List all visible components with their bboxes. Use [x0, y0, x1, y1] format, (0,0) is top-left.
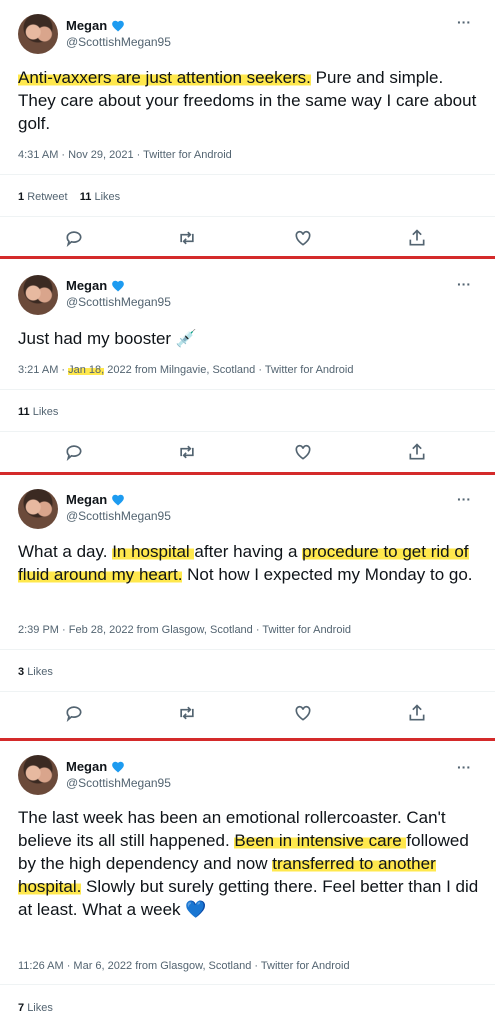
highlighted-date: Jan 18,	[68, 364, 105, 376]
display-name-text: Megan	[66, 18, 108, 33]
like-icon[interactable]	[293, 228, 313, 248]
highlighted-text: In hospital	[112, 542, 195, 561]
tweet-text-part: after having a	[194, 542, 303, 561]
tweet-text: The last week has been an emotional roll…	[18, 806, 480, 921]
divider	[0, 431, 495, 432]
share-icon[interactable]	[407, 442, 427, 462]
verified-badge-icon	[112, 494, 125, 505]
display-name-text: Megan	[66, 278, 108, 293]
tweet-meta: 11:26 AM · Mar 6, 2022 from Glasgow, Sco…	[18, 960, 350, 972]
divider	[0, 649, 495, 650]
divider	[0, 389, 495, 390]
share-icon[interactable]	[407, 228, 427, 248]
meta-part: 2022 from Milngavie, Scotland · Twitter …	[104, 364, 354, 376]
tweet-meta: 2:39 PM · Feb 28, 2022 from Glasgow, Sco…	[18, 624, 352, 636]
like-icon[interactable]	[293, 442, 313, 462]
retweets-label[interactable]: Retweet	[27, 191, 67, 203]
tweet-4: Megan @ScottishMegan95 ··· The last week…	[0, 741, 495, 1024]
divider	[0, 216, 495, 217]
reply-icon[interactable]	[64, 228, 84, 248]
tweet-text: Anti-vaxxers are just attention seekers.…	[18, 66, 480, 135]
handle[interactable]: @ScottishMegan95	[66, 35, 171, 49]
retweet-icon[interactable]	[177, 703, 197, 723]
likes-count[interactable]: 11	[18, 406, 30, 418]
more-icon[interactable]: ···	[457, 14, 471, 30]
tweet-stats: 11 Likes	[18, 406, 58, 418]
avatar[interactable]	[18, 755, 58, 795]
tweet-meta: 3:21 AM · Jan 18, 2022 from Milngavie, S…	[18, 364, 354, 376]
retweets-count[interactable]: 1	[18, 191, 24, 203]
tweet-text: What a day. In hospital after having a p…	[18, 540, 480, 586]
retweet-icon[interactable]	[177, 442, 197, 462]
handle[interactable]: @ScottishMegan95	[66, 295, 171, 309]
handle[interactable]: @ScottishMegan95	[66, 776, 171, 790]
tweet-stats: 1 Retweet 11 Likes	[18, 191, 120, 203]
likes-label[interactable]: Likes	[94, 191, 120, 203]
likes-count[interactable]: 7	[18, 1002, 24, 1014]
avatar[interactable]	[18, 489, 58, 529]
tweet-1: Megan @ScottishMegan95 ··· Anti-vaxxers …	[0, 0, 495, 255]
display-name[interactable]: Megan	[66, 492, 125, 507]
divider	[0, 984, 495, 985]
tweet-2: Megan @ScottishMegan95 ··· Just had my b…	[0, 259, 495, 469]
tweet-meta: 4:31 AM · Nov 29, 2021 · Twitter for And…	[18, 149, 232, 161]
reply-icon[interactable]	[64, 703, 84, 723]
display-name-text: Megan	[66, 759, 108, 774]
verified-badge-icon	[112, 761, 125, 772]
tweet-text-part: Not how I expected my Monday to go.	[182, 565, 473, 584]
reply-icon[interactable]	[64, 442, 84, 462]
action-bar	[0, 228, 495, 252]
tweet-text-part: Slowly but surely getting there. Feel be…	[18, 877, 479, 919]
likes-label[interactable]: Likes	[33, 406, 59, 418]
tweet-stats: 3 Likes	[18, 666, 53, 678]
display-name[interactable]: Megan	[66, 759, 125, 774]
likes-count[interactable]: 3	[18, 666, 24, 678]
more-icon[interactable]: ···	[457, 759, 471, 775]
divider	[0, 174, 495, 175]
display-name-text: Megan	[66, 492, 108, 507]
more-icon[interactable]: ···	[457, 491, 471, 507]
tweet-text-part: What a day.	[18, 542, 113, 561]
display-name[interactable]: Megan	[66, 278, 125, 293]
action-bar	[0, 703, 495, 727]
tweet-text-part: Just had my booster 💉	[18, 329, 197, 348]
share-icon[interactable]	[407, 703, 427, 723]
likes-count[interactable]: 11	[80, 191, 92, 203]
meta-part: 3:21 AM ·	[18, 364, 69, 376]
verified-badge-icon	[112, 280, 125, 291]
highlighted-text: Been in intensive care	[234, 831, 407, 850]
more-icon[interactable]: ···	[457, 276, 471, 292]
divider	[0, 691, 495, 692]
tweet-text: Just had my booster 💉	[18, 327, 480, 350]
tweet-3: Megan @ScottishMegan95 ··· What a day. I…	[0, 475, 495, 737]
action-bar	[0, 442, 495, 466]
verified-badge-icon	[112, 20, 125, 31]
avatar[interactable]	[18, 275, 58, 315]
retweet-icon[interactable]	[177, 228, 197, 248]
handle[interactable]: @ScottishMegan95	[66, 509, 171, 523]
highlighted-text: Anti-vaxxers are just attention seekers.	[18, 68, 311, 87]
likes-label[interactable]: Likes	[27, 1002, 53, 1014]
avatar[interactable]	[18, 14, 58, 54]
tweet-stats: 7 Likes	[18, 1002, 53, 1014]
display-name[interactable]: Megan	[66, 18, 125, 33]
like-icon[interactable]	[293, 703, 313, 723]
likes-label[interactable]: Likes	[27, 666, 53, 678]
